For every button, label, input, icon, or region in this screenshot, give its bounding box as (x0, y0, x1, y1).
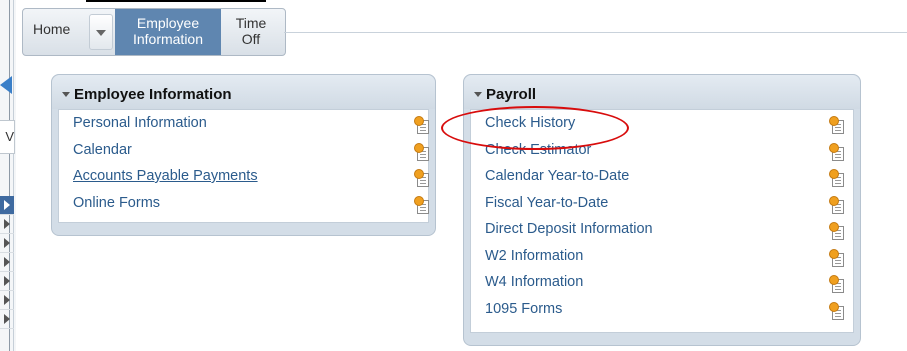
link-row: Accounts Payable Payments (59, 165, 429, 192)
link-row: 1095 Forms (471, 298, 853, 325)
tab-label-line1: Employee (136, 15, 200, 31)
expand-arrow-icon (4, 219, 10, 229)
collapse-left-icon[interactable] (0, 76, 12, 94)
tab-menu-button[interactable] (89, 14, 113, 50)
sidebar-rows (0, 196, 14, 329)
calendar-year-to-date-link[interactable]: Calendar Year-to-Date (485, 168, 629, 184)
document-star-icon[interactable] (829, 275, 844, 293)
tab-bar: Home Employee Information Time Off (22, 8, 286, 56)
link-row: W2 Information (471, 245, 853, 272)
tab-label-line1: Time (235, 15, 267, 31)
left-sidebar: V (0, 0, 16, 351)
tab-label-line2: Off (241, 31, 261, 47)
document-star-icon[interactable] (414, 116, 429, 134)
link-row: Fiscal Year-to-Date (471, 192, 853, 219)
w2-information-link[interactable]: W2 Information (485, 248, 583, 264)
fiscal-year-to-date-link[interactable]: Fiscal Year-to-Date (485, 195, 608, 211)
document-star-icon[interactable] (829, 222, 844, 240)
calendar-link[interactable]: Calendar (73, 142, 132, 158)
content-divider (284, 32, 907, 33)
sidebar-row[interactable] (0, 215, 14, 234)
accounts-payable-payments-link[interactable]: Accounts Payable Payments (73, 168, 258, 184)
panel-header[interactable]: Payroll (464, 75, 860, 109)
sidebar-row[interactable] (0, 253, 14, 272)
top-underline (86, 0, 266, 2)
tab-employee-information[interactable]: Employee Information (115, 9, 221, 55)
expand-arrow-icon (4, 257, 10, 267)
personal-information-link[interactable]: Personal Information (73, 115, 207, 131)
panel-title: Payroll (486, 86, 537, 103)
document-star-icon[interactable] (829, 142, 844, 161)
sidebar-view-button[interactable]: V (0, 120, 15, 154)
1095-forms-link[interactable]: 1095 Forms (485, 301, 562, 317)
link-row: Online Forms (59, 192, 429, 219)
sidebar-row[interactable] (0, 272, 14, 291)
link-row: W4 Information (471, 271, 853, 298)
employee-information-panel: Employee Information Personal Informatio… (51, 74, 436, 236)
document-star-icon[interactable] (829, 301, 844, 320)
sidebar-row[interactable] (0, 291, 14, 310)
document-star-icon[interactable] (414, 195, 429, 214)
expand-arrow-icon (4, 200, 10, 210)
sidebar-row[interactable] (0, 196, 14, 215)
tab-home[interactable]: Home (33, 21, 70, 37)
panel-header[interactable]: Employee Information (52, 75, 435, 109)
link-row: Direct Deposit Information (471, 218, 853, 245)
document-star-icon[interactable] (829, 248, 844, 267)
document-star-icon[interactable] (829, 195, 844, 214)
chevron-down-icon (96, 30, 106, 36)
link-row: Calendar Year-to-Date (471, 165, 853, 192)
link-row: Personal Information (59, 112, 429, 139)
panel-title: Employee Information (74, 86, 232, 103)
tab-label-line2: Information (132, 31, 204, 47)
expand-arrow-icon (4, 314, 10, 324)
collapse-arrow-icon (62, 91, 70, 97)
link-row: Calendar (59, 139, 429, 166)
w4-information-link[interactable]: W4 Information (485, 274, 583, 290)
expand-arrow-icon (4, 295, 10, 305)
highlight-circle (441, 106, 629, 150)
direct-deposit-information-link[interactable]: Direct Deposit Information (485, 221, 653, 237)
sidebar-row[interactable] (0, 310, 14, 329)
collapse-arrow-icon (474, 91, 482, 97)
sidebar-row[interactable] (0, 234, 14, 253)
document-star-icon[interactable] (829, 169, 844, 187)
document-star-icon[interactable] (829, 116, 844, 134)
panel-body: Personal Information Calendar Accounts P… (58, 109, 429, 223)
expand-arrow-icon (4, 238, 10, 248)
online-forms-link[interactable]: Online Forms (73, 195, 160, 211)
document-star-icon[interactable] (414, 169, 429, 187)
tab-time-off[interactable]: Time Off (229, 15, 273, 47)
document-star-icon[interactable] (414, 142, 429, 161)
expand-arrow-icon (4, 276, 10, 286)
